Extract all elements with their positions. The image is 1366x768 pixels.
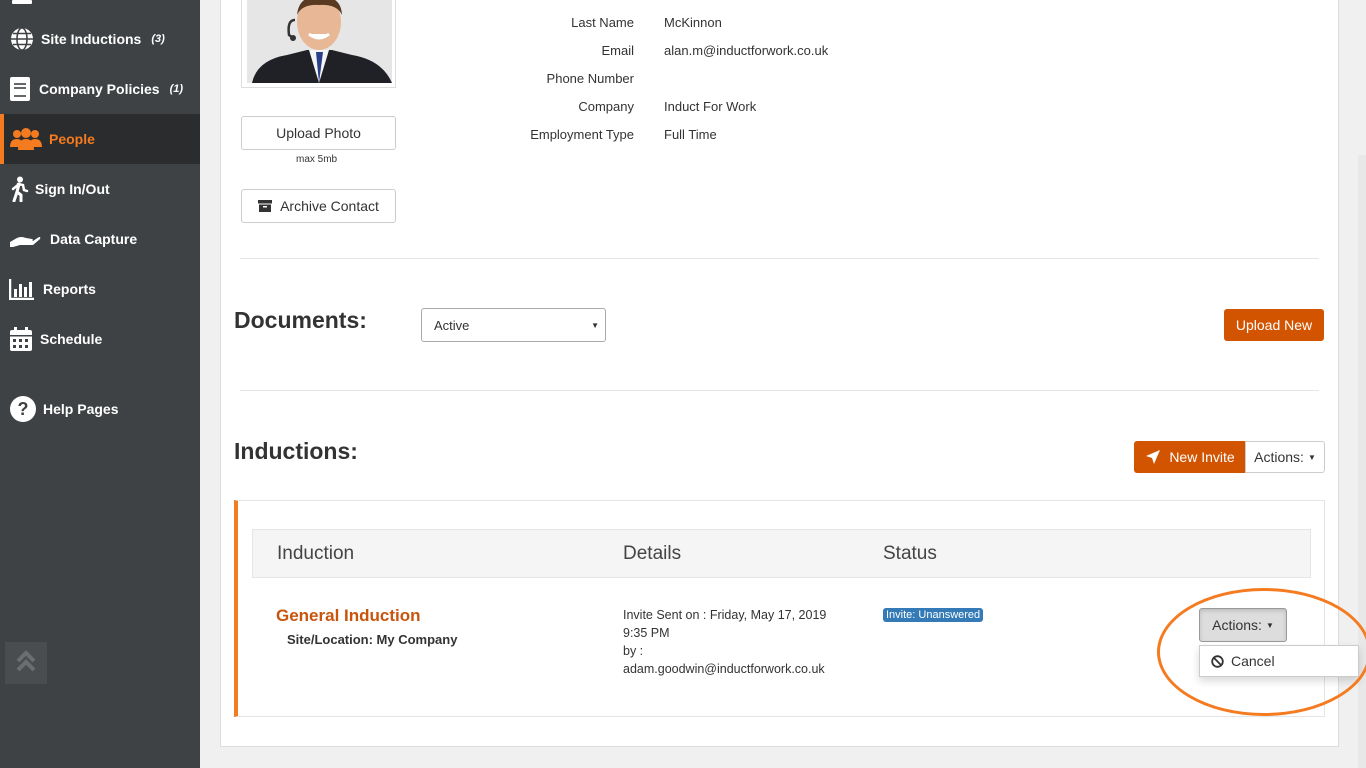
sidebar-item-label: People <box>49 131 95 147</box>
row-actions-menu: Cancel <box>1199 645 1359 677</box>
documents-filter-select[interactable]: Active ▼ <box>421 308 606 342</box>
inductions-actions-label: Actions: <box>1254 449 1304 465</box>
induction-site: Site/Location: My Company <box>287 632 458 647</box>
upload-new-button[interactable]: Upload New <box>1224 309 1324 341</box>
inductions-title: Inductions: <box>234 438 358 464</box>
column-header-details: Details <box>623 543 682 564</box>
field-label-last-name: Last Name <box>571 15 634 30</box>
field-value-employment-type: Full Time <box>664 127 717 142</box>
sidebar-item-count: (3) <box>151 33 165 45</box>
inductions-table-header <box>252 529 1311 578</box>
induction-detail-line: by : <box>623 644 644 658</box>
row-actions-label: Actions: <box>1212 617 1262 633</box>
sidebar-item-company-policies[interactable]: Company Policies (1) <box>0 64 200 114</box>
caret-down-icon: ▼ <box>1265 620 1274 630</box>
question-icon: ? <box>9 396 37 422</box>
sidebar-item-data-capture[interactable]: Data Capture <box>0 214 200 264</box>
sidebar-item-label: Sign In/Out <box>35 181 110 197</box>
column-header-status: Status <box>883 543 937 564</box>
sidebar-item-label: Schedule <box>40 331 103 347</box>
double-chevron-up-icon <box>15 649 37 678</box>
book-icon <box>9 76 31 102</box>
users-icon <box>9 126 43 152</box>
sidebar-item-label: Site Inductions <box>41 31 142 47</box>
status-badge: Invite: Unanswered <box>883 608 984 622</box>
divider <box>240 390 1319 391</box>
caret-down-icon: ▼ <box>591 321 599 330</box>
sidebar-item-sign-in-out[interactable]: Sign In/Out <box>0 164 200 214</box>
field-value-company: Induct For Work <box>664 99 757 114</box>
induction-detail-line: adam.goodwin@inductforwork.co.uk <box>623 662 825 676</box>
hand-icon <box>9 226 41 252</box>
paper-plane-icon <box>1145 449 1161 465</box>
field-label-phone: Phone Number <box>546 71 634 86</box>
sidebar-item-schedule[interactable]: Schedule <box>0 314 200 364</box>
cancel-menu-item[interactable]: Cancel <box>1231 653 1275 669</box>
new-invite-button[interactable]: New Invite <box>1134 441 1246 473</box>
induction-detail-line: 9:35 PM <box>623 626 670 640</box>
field-value-email: alan.m@inductforwork.co.uk <box>664 43 829 58</box>
inductions-actions-button[interactable]: Actions: ▼ <box>1245 441 1325 473</box>
induction-detail-line: Invite Sent on : Friday, May 17, 2019 <box>623 608 827 622</box>
field-label-email: Email <box>601 43 634 58</box>
ban-icon <box>1211 654 1224 668</box>
menu-icon <box>9 0 35 14</box>
profile-photo <box>241 0 396 88</box>
sidebar-item-label: Help Pages <box>43 401 119 417</box>
svg-text:?: ? <box>18 399 29 419</box>
induction-name-link[interactable]: General Induction <box>276 606 421 626</box>
sidebar-item-label: Data Capture <box>50 231 138 247</box>
column-header-induction: Induction <box>277 543 355 564</box>
upload-new-label: Upload New <box>1235 317 1313 333</box>
archive-contact-button[interactable]: Archive Contact <box>241 189 396 223</box>
walking-icon <box>9 176 29 202</box>
bar-chart-icon <box>9 276 35 302</box>
archive-icon <box>258 200 273 212</box>
upload-photo-button[interactable]: Upload Photo <box>241 116 396 150</box>
scrollbar[interactable] <box>1358 155 1366 768</box>
sidebar-item-reports[interactable]: Reports <box>0 264 200 314</box>
row-actions-button[interactable]: Actions: ▼ <box>1199 608 1287 642</box>
field-label-company: Company <box>578 99 634 114</box>
sidebar-item-site-inductions[interactable]: Site Inductions (3) <box>0 14 200 64</box>
upload-size-hint: max 5mb <box>296 154 338 165</box>
field-label-employment-type: Employment Type <box>530 127 634 142</box>
globe-icon <box>9 26 35 52</box>
new-invite-label: New Invite <box>1169 449 1235 465</box>
divider <box>240 258 1319 259</box>
documents-filter-value: Active <box>434 317 470 333</box>
documents-title: Documents: <box>234 307 367 333</box>
sidebar-item-count: (1) <box>169 83 184 95</box>
sidebar: Site Inductions (3) Company Policies (1)… <box>0 0 200 768</box>
caret-down-icon: ▼ <box>1307 452 1316 462</box>
upload-photo-label: Upload Photo <box>276 125 361 141</box>
scroll-to-top-button[interactable] <box>5 642 47 684</box>
sidebar-item-partial[interactable] <box>0 0 200 14</box>
calendar-icon <box>9 326 33 352</box>
sidebar-item-help-pages[interactable]: ? Help Pages <box>0 384 200 434</box>
sidebar-item-people[interactable]: People <box>0 114 200 164</box>
field-value-last-name: McKinnon <box>664 15 722 30</box>
archive-contact-label: Archive Contact <box>280 198 379 214</box>
sidebar-item-label: Reports <box>43 281 96 297</box>
sidebar-item-label: Company Policies <box>39 81 160 97</box>
